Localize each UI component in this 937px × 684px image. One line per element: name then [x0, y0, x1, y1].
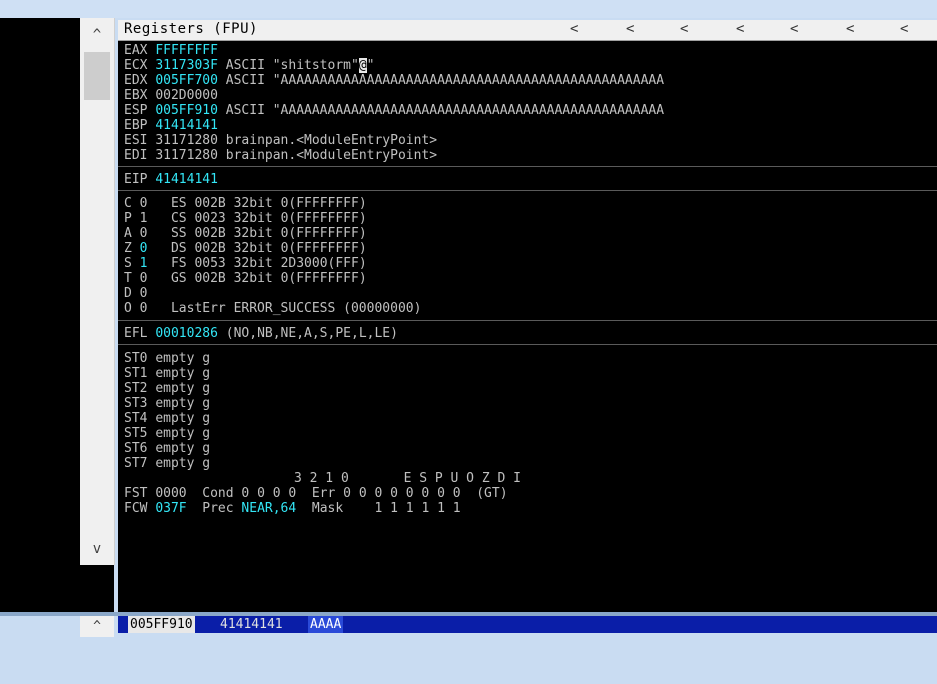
- chevron-left-icon[interactable]: <: [736, 21, 744, 37]
- register-fst[interactable]: FST 0000 Cond 0 0 0 0 Err 0 0 0 0 0 0 0 …: [124, 486, 508, 501]
- flag-row[interactable]: A 0 SS 002B 32bit 0(FFFFFFFF): [124, 226, 367, 241]
- fst-bit-header: 3 2 1 0 E S P U O Z D I: [294, 471, 521, 486]
- last-error: LastErr ERROR_SUCCESS (00000000): [170, 301, 422, 316]
- chevron-left-icon[interactable]: <: [680, 21, 688, 37]
- chevron-left-icon[interactable]: <: [790, 21, 798, 37]
- fpu-register[interactable]: ST2 empty g: [124, 381, 210, 396]
- separator: [118, 320, 937, 321]
- fpu-register[interactable]: ST1 empty g: [124, 366, 210, 381]
- stack-row-selected[interactable]: 005FF910 41414141 AAAA: [118, 616, 937, 633]
- fpu-register[interactable]: ST7 empty g: [124, 456, 210, 471]
- registers-title: Registers (FPU): [124, 21, 258, 37]
- chevron-left-icon[interactable]: <: [626, 21, 634, 37]
- separator: [118, 190, 937, 191]
- stack-scroll-up-icon[interactable]: ^: [80, 616, 114, 637]
- info-pane: [0, 565, 114, 612]
- separator: [118, 166, 937, 167]
- register-ebp[interactable]: EBP 41414141: [124, 118, 218, 133]
- disassembly-pane: [0, 18, 80, 565]
- scroll-up-arrow-icon[interactable]: ^: [80, 24, 114, 46]
- scroll-thumb[interactable]: [84, 52, 110, 100]
- flag-row[interactable]: Z 0 DS 002B 32bit 0(FFFFFFFF): [124, 241, 367, 256]
- chevron-left-icon[interactable]: <: [900, 21, 908, 37]
- flag-row[interactable]: P 1 CS 0023 32bit 0(FFFFFFFF): [124, 211, 367, 226]
- flag-row[interactable]: S 1 FS 0053 32bit 2D3000(FFF): [124, 256, 367, 271]
- highlighted-char: @: [358, 58, 367, 73]
- fpu-register[interactable]: ST3 empty g: [124, 396, 210, 411]
- flag-row[interactable]: C 0 ES 002B 32bit 0(FFFFFFFF): [124, 196, 367, 211]
- register-ecx[interactable]: ECX 3117303F ASCII "shitstorm"@": [124, 58, 374, 73]
- flag-row[interactable]: D 0: [124, 286, 147, 301]
- fpu-register[interactable]: ST0 empty g: [124, 351, 210, 366]
- register-edx[interactable]: EDX 005FF700 ASCII "AAAAAAAAAAAAAAAAAAAA…: [124, 73, 664, 88]
- scroll-down-arrow-icon[interactable]: v: [80, 538, 114, 560]
- fpu-register[interactable]: ST4 empty g: [124, 411, 210, 426]
- register-eax[interactable]: EAX FFFFFFFF: [124, 43, 218, 58]
- top-strip: [0, 0, 937, 18]
- registers-pane: EAX FFFFFFFF ECX 3117303F ASCII "shitsto…: [118, 41, 937, 612]
- left-scrollbar[interactable]: ^ v: [80, 18, 115, 565]
- flag-row[interactable]: T 0 GS 002B 32bit 0(FFFFFFFF): [124, 271, 367, 286]
- separator: [118, 344, 937, 345]
- stack-value: 41414141: [220, 617, 283, 632]
- fpu-register[interactable]: ST6 empty g: [124, 441, 210, 456]
- register-ebx[interactable]: EBX 002D0000: [124, 88, 218, 103]
- stack-ascii: AAAA: [308, 616, 344, 633]
- chevron-left-icon[interactable]: <: [846, 21, 854, 37]
- register-fcw[interactable]: FCW 037F Prec NEAR,64 Mask 1 1 1 1 1 1: [124, 501, 461, 516]
- register-eip[interactable]: EIP 41414141: [124, 172, 218, 187]
- register-esp[interactable]: ESP 005FF910 ASCII "AAAAAAAAAAAAAAAAAAAA…: [124, 103, 664, 118]
- chevron-left-icon[interactable]: <: [570, 21, 578, 37]
- registers-header[interactable]: Registers (FPU) < < < < < < <: [118, 20, 937, 41]
- fpu-register[interactable]: ST5 empty g: [124, 426, 210, 441]
- stack-address: 005FF910: [128, 616, 195, 633]
- register-edi[interactable]: EDI 31171280 brainpan.<ModuleEntryPoint>: [124, 148, 437, 163]
- flag-row[interactable]: O 0 LastErr ERROR_SUCCESS (00000000): [124, 301, 421, 316]
- register-efl[interactable]: EFL 00010286 (NO,NB,NE,A,S,PE,L,LE): [124, 326, 398, 341]
- register-esi[interactable]: ESI 31171280 brainpan.<ModuleEntryPoint>: [124, 133, 437, 148]
